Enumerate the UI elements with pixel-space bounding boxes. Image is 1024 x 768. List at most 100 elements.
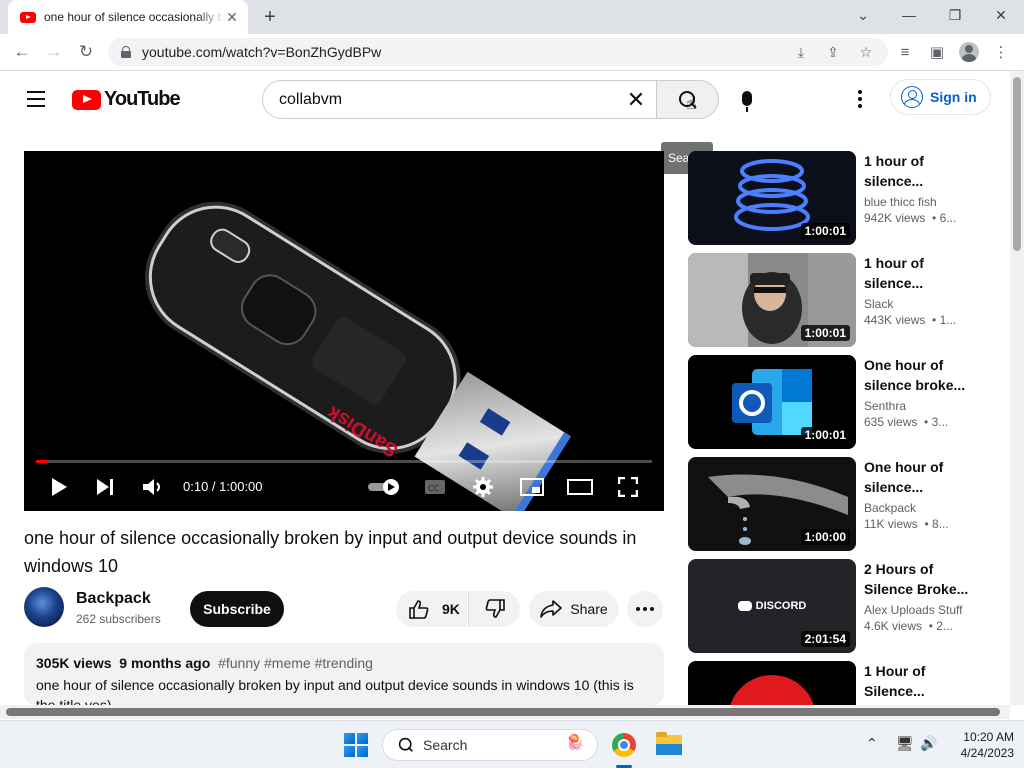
volume-tray-icon[interactable]: 🔊 bbox=[920, 735, 937, 752]
minimize-button[interactable]: — bbox=[886, 0, 932, 30]
voice-search-button[interactable] bbox=[730, 81, 764, 115]
browser-tab[interactable]: one hour of silence occasionally broken … bbox=[8, 0, 248, 34]
share-button[interactable]: Share bbox=[529, 591, 619, 627]
recommendation-thumbnail[interactable] bbox=[688, 661, 856, 705]
share-page-icon[interactable]: ⇪ bbox=[820, 38, 846, 66]
recommendation-item[interactable]: 1 Hour of Silence... bbox=[688, 661, 998, 705]
show-hidden-icons-chevron-icon[interactable]: ⌃ bbox=[866, 735, 878, 752]
settings-menu-icon[interactable] bbox=[848, 87, 872, 111]
taskbar-search-placeholder: Search bbox=[423, 737, 468, 753]
miniplayer-button[interactable] bbox=[518, 473, 546, 501]
recommendation-item[interactable]: DISCORD 2:01:54 2 Hours of Silence Broke… bbox=[688, 559, 998, 653]
recommendation-channel[interactable]: Slack bbox=[864, 297, 984, 311]
recommendation-item[interactable]: 1:00:00 One hour of silence... Backpack … bbox=[688, 457, 998, 551]
autoplay-toggle[interactable] bbox=[367, 473, 403, 501]
chrome-menu-icon[interactable]: ⋮ bbox=[988, 38, 1014, 66]
vertical-scrollbar[interactable] bbox=[1010, 71, 1024, 705]
recommendation-title[interactable]: 1 hour of silence... bbox=[864, 151, 984, 191]
media-controls-icon[interactable]: ≡ bbox=[892, 38, 918, 66]
side-panel-icon[interactable]: ▣ bbox=[924, 38, 950, 66]
fullscreen-button[interactable] bbox=[614, 473, 642, 501]
horizontal-scrollbar[interactable] bbox=[0, 705, 1010, 719]
mute-button[interactable] bbox=[140, 473, 166, 501]
taskbar-search-box[interactable]: Search 🪼 bbox=[382, 729, 598, 761]
tab-close-icon[interactable]: ✕ bbox=[224, 9, 240, 25]
recommendation-title[interactable]: 1 Hour of Silence... bbox=[864, 661, 984, 701]
dislike-button[interactable] bbox=[468, 591, 520, 627]
description-text: one hour of silence occasionally broken … bbox=[36, 677, 634, 705]
like-button[interactable]: 9K bbox=[396, 591, 467, 627]
subtitles-button[interactable]: CC bbox=[422, 473, 448, 501]
horizontal-scroll-thumb[interactable] bbox=[6, 708, 1000, 716]
hashtags[interactable]: #funny #meme #trending bbox=[218, 655, 373, 671]
recommendation-item[interactable]: 1:00:01 1 hour of silence... Slack 443K … bbox=[688, 253, 998, 347]
recommendation-meta: 942K views • 6... bbox=[864, 211, 957, 225]
subscribe-button[interactable]: Subscribe bbox=[190, 591, 284, 627]
recommendation-meta: 443K views • 1... bbox=[864, 313, 957, 327]
recommendation-item[interactable]: 1:00:01 One hour of silence broke... Sen… bbox=[688, 355, 998, 449]
miniplayer-icon bbox=[520, 478, 544, 496]
forward-icon[interactable]: → bbox=[40, 38, 68, 66]
recommendation-title[interactable]: One hour of silence broke... bbox=[864, 355, 984, 395]
recommendation-item[interactable]: 1:00:01 1 hour of silence... blue thicc … bbox=[688, 151, 998, 245]
reload-icon[interactable]: ↻ bbox=[72, 38, 100, 66]
address-bar[interactable]: youtube.com/watch?v=BonZhGydBPw bbox=[108, 38, 888, 66]
theater-mode-icon bbox=[567, 479, 593, 495]
lock-icon[interactable] bbox=[120, 46, 132, 58]
settings-button[interactable] bbox=[470, 473, 496, 501]
recommendation-thumbnail[interactable]: 1:00:01 bbox=[688, 253, 856, 347]
back-icon[interactable]: ← bbox=[8, 38, 36, 66]
windows-start-icon[interactable] bbox=[344, 733, 368, 757]
recommendation-thumbnail[interactable]: DISCORD 2:01:54 bbox=[688, 559, 856, 653]
channel-avatar[interactable] bbox=[24, 587, 64, 627]
system-clock[interactable]: 10:20 AM 4/24/2023 bbox=[948, 729, 1014, 761]
new-tab-button[interactable]: + bbox=[258, 5, 282, 29]
more-actions-button[interactable] bbox=[627, 591, 663, 627]
tab-search-dropdown-icon[interactable]: ⌄ bbox=[840, 0, 886, 30]
recommendation-channel[interactable]: Alex Uploads Stuff bbox=[864, 603, 984, 617]
description-meta: 305K views 9 months ago #funny #meme #tr… bbox=[36, 655, 652, 671]
search-icon bbox=[397, 736, 415, 754]
sign-in-button[interactable]: Sign in bbox=[890, 79, 991, 115]
video-player[interactable]: SanDisk 0:10 / 1:00:00 CC bbox=[24, 151, 664, 511]
progress-bar[interactable] bbox=[36, 460, 652, 463]
next-button[interactable] bbox=[92, 473, 118, 501]
discord-wordmark: DISCORD bbox=[755, 600, 807, 612]
theater-mode-button[interactable] bbox=[566, 473, 594, 501]
vertical-scroll-thumb[interactable] bbox=[1013, 77, 1021, 251]
url-text[interactable]: youtube.com/watch?v=BonZhGydBPw bbox=[142, 44, 381, 60]
video-duration: 1:00:01 bbox=[800, 223, 850, 239]
play-button[interactable] bbox=[46, 473, 72, 501]
hand-cursor-icon: ☝ bbox=[686, 93, 697, 113]
chrome-taskbar-icon[interactable] bbox=[612, 733, 636, 757]
install-app-icon[interactable]: ⤓ bbox=[788, 38, 814, 66]
recommendation-thumbnail[interactable]: 1:00:00 bbox=[688, 457, 856, 551]
recommendation-title[interactable]: 1 hour of silence... bbox=[864, 253, 984, 293]
network-icon[interactable]: 🖥 bbox=[896, 735, 914, 752]
recommendation-channel[interactable]: Senthra bbox=[864, 399, 984, 413]
profile-icon[interactable] bbox=[956, 38, 982, 66]
browser-toolbar: ← → ↻ youtube.com/watch?v=BonZhGydBPw ⤓ … bbox=[0, 34, 1024, 71]
youtube-logo[interactable]: YouTube bbox=[72, 88, 181, 111]
clear-search-icon[interactable]: ✕ bbox=[616, 80, 656, 119]
recommendation-title[interactable]: One hour of silence... bbox=[864, 457, 984, 497]
time-display: 0:10 / 1:00:00 bbox=[183, 479, 263, 494]
search-query-text[interactable]: collabvm bbox=[279, 91, 616, 109]
recommendation-channel[interactable]: Backpack bbox=[864, 501, 984, 515]
recommendation-thumbnail[interactable]: 1:00:01 bbox=[688, 151, 856, 245]
recommendation-channel[interactable]: blue thicc fish bbox=[864, 195, 984, 209]
restore-button[interactable]: ❐ bbox=[932, 0, 978, 30]
recommendation-meta: 11K views • 8... bbox=[864, 517, 949, 531]
bookmark-star-icon[interactable]: ☆ bbox=[853, 38, 879, 66]
recommendation-meta: 635 views • 3... bbox=[864, 415, 949, 429]
recommendation-title[interactable]: 2 Hours of Silence Broke... bbox=[864, 559, 984, 599]
channel-name[interactable]: Backpack bbox=[76, 590, 151, 608]
hamburger-menu-icon[interactable] bbox=[24, 89, 48, 109]
recommendation-thumbnail[interactable]: 1:00:01 bbox=[688, 355, 856, 449]
svg-text:CC: CC bbox=[428, 484, 440, 493]
close-window-button[interactable]: ✕ bbox=[978, 0, 1024, 30]
search-input[interactable]: collabvm ✕ bbox=[262, 80, 656, 119]
file-explorer-icon[interactable] bbox=[656, 732, 682, 755]
description-box[interactable]: 305K views 9 months ago #funny #meme #tr… bbox=[24, 643, 664, 705]
video-duration: 1:00:01 bbox=[800, 427, 850, 443]
